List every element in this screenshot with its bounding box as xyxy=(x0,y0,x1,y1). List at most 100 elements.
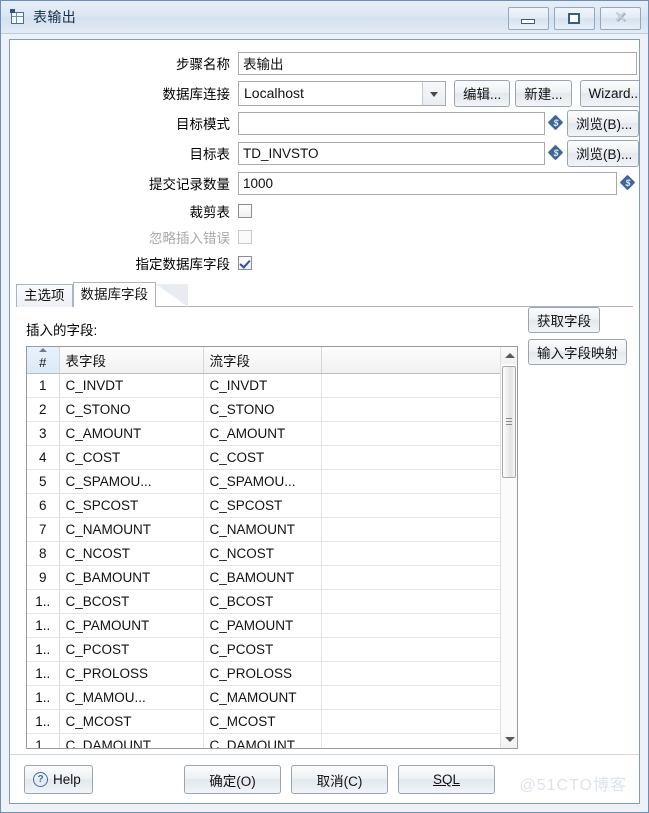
truncate-table-checkbox[interactable] xyxy=(238,204,252,218)
table-row[interactable]: 9 C_BAMOUNT C_BAMOUNT xyxy=(27,565,517,590)
blank-cell[interactable] xyxy=(321,445,517,470)
blank-cell[interactable] xyxy=(321,517,517,542)
column-header-stream-field[interactable]: 流字段 xyxy=(203,347,322,374)
step-name-input[interactable] xyxy=(238,51,637,75)
table-field-cell[interactable]: C_MCOST xyxy=(59,709,204,734)
table-field-cell[interactable]: C_SPAMOU... xyxy=(59,469,204,494)
table-field-cell[interactable]: C_PAMOUNT xyxy=(59,613,204,638)
target-table-input[interactable] xyxy=(238,141,545,165)
dialog-footer: ? Help 确定(O) 取消(C) SQL @51CTO博客 xyxy=(10,754,639,803)
table-row[interactable]: 1.. C_PCOST C_PCOST xyxy=(27,637,517,662)
column-header-table-field[interactable]: 表字段 xyxy=(59,347,204,374)
blank-cell[interactable] xyxy=(321,493,517,518)
db-connection-combo[interactable]: Localhost xyxy=(238,80,446,106)
table-field-cell[interactable]: C_INVDT xyxy=(59,373,204,398)
close-button[interactable]: ✕ xyxy=(600,7,641,30)
blank-cell[interactable] xyxy=(321,613,517,638)
target-schema-input[interactable] xyxy=(238,111,545,135)
table-row[interactable]: 1.. C_PROLOSS C_PROLOSS xyxy=(27,661,517,686)
edit-connection-button[interactable]: 编辑... xyxy=(454,79,511,107)
blank-cell[interactable] xyxy=(321,733,517,748)
blank-cell[interactable] xyxy=(321,709,517,734)
table-row[interactable]: 1.. C_BCOST C_BCOST xyxy=(27,589,517,614)
scrollbar-thumb[interactable] xyxy=(502,366,516,478)
table-row[interactable]: 1 C_INVDT C_INVDT xyxy=(27,373,517,398)
blank-cell[interactable] xyxy=(321,565,517,590)
blank-cell[interactable] xyxy=(321,421,517,446)
table-field-cell[interactable]: C_PROLOSS xyxy=(59,661,204,686)
table-field-cell[interactable]: C_PCOST xyxy=(59,637,204,662)
table-field-cell[interactable]: C_AMOUNT xyxy=(59,421,204,446)
browse-schema-button[interactable]: 浏览(B)... xyxy=(567,109,639,137)
blank-cell[interactable] xyxy=(321,397,517,422)
table-row[interactable]: 7 C_NAMOUNT C_NAMOUNT xyxy=(27,517,517,542)
table-field-cell[interactable]: C_NCOST xyxy=(59,541,204,566)
scroll-up-button[interactable] xyxy=(501,347,517,364)
tab-main-options[interactable]: 主选项 xyxy=(16,284,73,307)
maximize-button[interactable] xyxy=(554,7,595,30)
table-field-cell[interactable]: C_NAMOUNT xyxy=(59,517,204,542)
table-vertical-scrollbar[interactable] xyxy=(500,347,517,748)
table-row[interactable]: 1.. C_MAMOU... C_MAMOUNT xyxy=(27,685,517,710)
stream-field-cell[interactable]: C_STONO xyxy=(203,397,322,422)
stream-field-cell[interactable]: C_PROLOSS xyxy=(203,661,322,686)
stream-field-cell[interactable]: C_BAMOUNT xyxy=(203,565,322,590)
blank-cell[interactable] xyxy=(321,469,517,494)
column-header-blank[interactable] xyxy=(321,347,517,374)
stream-field-cell[interactable]: C_SPAMOU... xyxy=(203,469,322,494)
specify-db-fields-checkbox[interactable] xyxy=(238,256,252,270)
scroll-down-button[interactable] xyxy=(501,731,517,748)
stream-field-cell[interactable]: C_NAMOUNT xyxy=(203,517,322,542)
table-field-cell[interactable]: C_BCOST xyxy=(59,589,204,614)
column-header-index[interactable]: # xyxy=(27,347,60,374)
blank-cell[interactable] xyxy=(321,685,517,710)
table-row[interactable]: 6 C_SPCOST C_SPCOST xyxy=(27,493,517,518)
blank-cell[interactable] xyxy=(321,589,517,614)
minimize-icon xyxy=(521,19,535,24)
wizard-button[interactable]: Wizard... xyxy=(579,79,639,107)
stream-field-cell[interactable]: C_AMOUNT xyxy=(203,421,322,446)
stream-field-cell[interactable]: C_MCOST xyxy=(203,709,322,734)
table-row[interactable]: 1.. C_DAMOUNT C_DAMOUNT xyxy=(27,733,517,748)
table-field-cell[interactable]: C_DAMOUNT xyxy=(59,733,204,748)
input-field-mapping-button[interactable]: 输入字段映射 xyxy=(528,339,627,365)
blank-cell[interactable] xyxy=(321,637,517,662)
table-row[interactable]: 4 C_COST C_COST xyxy=(27,445,517,470)
table-field-cell[interactable]: C_COST xyxy=(59,445,204,470)
blank-cell[interactable] xyxy=(321,373,517,398)
tab-database-fields[interactable]: 数据库字段 xyxy=(72,282,156,308)
table-row[interactable]: 3 C_AMOUNT C_AMOUNT xyxy=(27,421,517,446)
get-fields-button[interactable]: 获取字段 xyxy=(528,307,600,333)
table-row[interactable]: 8 C_NCOST C_NCOST xyxy=(27,541,517,566)
new-connection-button[interactable]: 新建... xyxy=(515,79,572,107)
truncate-table-label: 裁剪表 xyxy=(189,205,231,220)
stream-field-cell[interactable]: C_INVDT xyxy=(203,373,322,398)
ok-button[interactable]: 确定(O) xyxy=(184,765,281,794)
stream-field-cell[interactable]: C_DAMOUNT xyxy=(203,733,322,748)
blank-cell[interactable] xyxy=(321,541,517,566)
row-index-cell: 2 xyxy=(27,397,60,422)
blank-cell[interactable] xyxy=(321,661,517,686)
stream-field-cell[interactable]: C_MAMOUNT xyxy=(203,685,322,710)
table-field-cell[interactable]: C_BAMOUNT xyxy=(59,565,204,590)
table-row[interactable]: 2 C_STONO C_STONO xyxy=(27,397,517,422)
stream-field-cell[interactable]: C_PCOST xyxy=(203,637,322,662)
chevron-down-icon[interactable] xyxy=(422,81,445,105)
browse-table-button[interactable]: 浏览(B)... xyxy=(567,139,639,167)
stream-field-cell[interactable]: C_SPCOST xyxy=(203,493,322,518)
table-field-cell[interactable]: C_MAMOU... xyxy=(59,685,204,710)
cancel-button[interactable]: 取消(C) xyxy=(291,765,388,794)
sql-button[interactable]: SQL xyxy=(398,765,495,794)
table-row[interactable]: 1.. C_PAMOUNT C_PAMOUNT xyxy=(27,613,517,638)
commit-size-input[interactable] xyxy=(238,171,617,195)
stream-field-cell[interactable]: C_BCOST xyxy=(203,589,322,614)
table-field-cell[interactable]: C_SPCOST xyxy=(59,493,204,518)
table-row[interactable]: 5 C_SPAMOU... C_SPAMOU... xyxy=(27,469,517,494)
table-row[interactable]: 1.. C_MCOST C_MCOST xyxy=(27,709,517,734)
minimize-button[interactable] xyxy=(508,7,549,30)
stream-field-cell[interactable]: C_COST xyxy=(203,445,322,470)
stream-field-cell[interactable]: C_PAMOUNT xyxy=(203,613,322,638)
help-button[interactable]: ? Help xyxy=(24,765,93,794)
table-field-cell[interactable]: C_STONO xyxy=(59,397,204,422)
stream-field-cell[interactable]: C_NCOST xyxy=(203,541,322,566)
